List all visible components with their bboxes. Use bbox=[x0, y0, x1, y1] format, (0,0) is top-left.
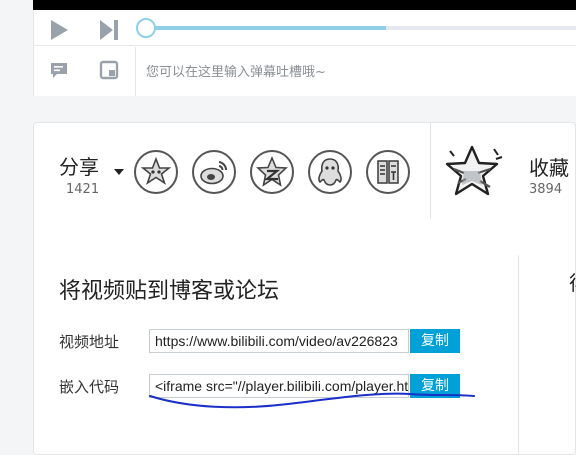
video-url-field[interactable]: https://www.bilibili.com/video/av226823 bbox=[149, 329, 409, 353]
progress-bar[interactable] bbox=[144, 26, 576, 30]
tieba-icon[interactable] bbox=[365, 149, 411, 195]
favorite-star-icon[interactable] bbox=[444, 143, 506, 201]
favorite-label[interactable]: 收藏 bbox=[529, 152, 569, 181]
playback-controls bbox=[34, 10, 576, 46]
progress-knob[interactable] bbox=[136, 18, 156, 38]
qq-icon[interactable] bbox=[307, 149, 353, 195]
play-icon[interactable] bbox=[46, 17, 72, 43]
qzone-icon[interactable] bbox=[249, 149, 295, 195]
share-label[interactable]: 分享 bbox=[59, 151, 99, 180]
embed-code-label: 嵌入代码 bbox=[59, 378, 120, 396]
danmaku-settings-icon[interactable] bbox=[98, 59, 120, 81]
embed-section-title: 将视频贴到博客或论坛 bbox=[59, 279, 280, 304]
divider bbox=[135, 47, 136, 96]
player-control-bar bbox=[33, 10, 576, 96]
danmaku-row bbox=[34, 47, 576, 96]
video-url-label: 视频地址 bbox=[59, 333, 120, 351]
next-episode-icon[interactable] bbox=[96, 17, 122, 43]
danmaku-input[interactable] bbox=[146, 58, 566, 86]
copy-url-button[interactable]: 复制 bbox=[410, 329, 460, 353]
dynamic-share-icon[interactable] bbox=[133, 149, 179, 195]
pen-underline-annotation bbox=[149, 392, 475, 409]
favorite-section: 收藏 3894 bbox=[431, 123, 576, 219]
danmaku-toggle-icon[interactable] bbox=[48, 59, 70, 81]
favorite-count: 3894 bbox=[529, 182, 563, 197]
weibo-icon[interactable] bbox=[191, 149, 237, 195]
video-area-bottom-edge bbox=[33, 0, 576, 10]
share-count: 1421 bbox=[66, 182, 100, 197]
divider bbox=[518, 255, 519, 455]
progress-buffered bbox=[144, 26, 387, 30]
truncated-heading: 徘 bbox=[569, 267, 576, 296]
share-section: 分享 1421 bbox=[34, 123, 431, 219]
chevron-down-icon[interactable] bbox=[114, 169, 124, 175]
